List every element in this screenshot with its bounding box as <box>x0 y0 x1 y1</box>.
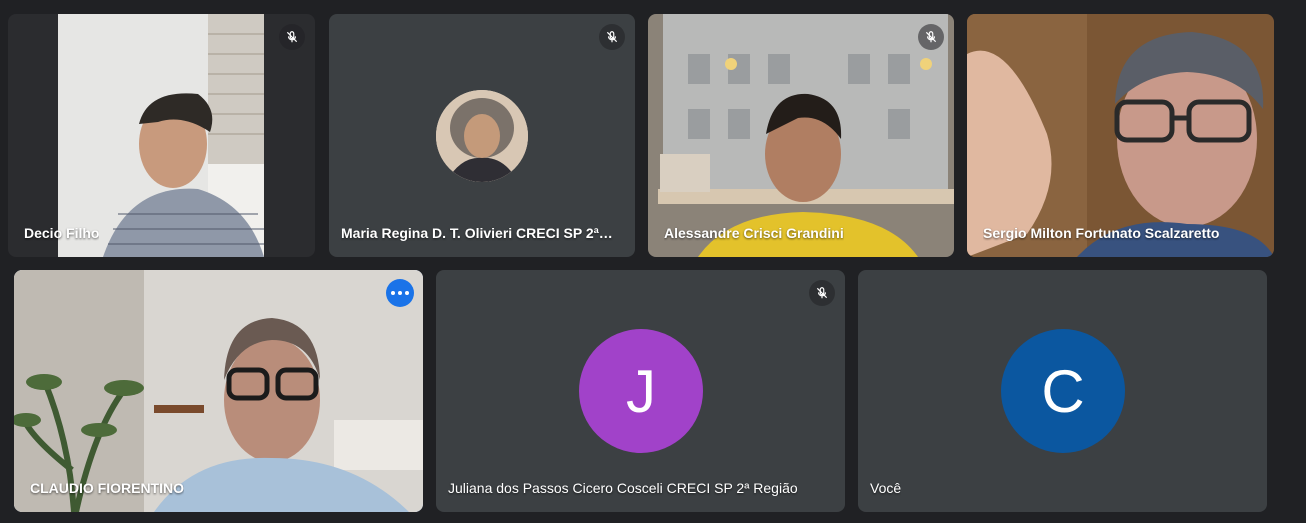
participant-tile-alessandre[interactable]: Alessandre Crisci Grandini <box>648 14 954 257</box>
mic-off-icon <box>809 280 835 306</box>
participant-tile-voce[interactable]: C Você <box>858 270 1267 512</box>
mic-off-icon <box>918 24 944 50</box>
profile-photo <box>436 90 528 182</box>
avatar: C <box>1001 329 1125 453</box>
participant-name: Maria Regina D. T. Olivieri CRECI SP 2ª … <box>341 225 615 241</box>
participant-video <box>967 14 1274 257</box>
participant-tile-decio-filho[interactable]: Decio Filho <box>8 14 315 257</box>
more-options-icon[interactable] <box>386 279 414 307</box>
avatar-initial: C <box>1041 357 1085 425</box>
participant-name: Alessandre Crisci Grandini <box>664 225 844 241</box>
participant-name: Sergio Milton Fortunato Scalzaretto <box>983 225 1220 241</box>
mic-off-icon <box>279 24 305 50</box>
participant-name: CLAUDIO FIORENTINO <box>30 480 184 496</box>
participant-tile-claudio[interactable]: CLAUDIO FIORENTINO <box>14 270 423 512</box>
participant-tile-juliana[interactable]: J Juliana dos Passos Cicero Cosceli CREC… <box>436 270 845 512</box>
mic-off-icon <box>599 24 625 50</box>
participant-video <box>58 14 264 257</box>
participant-tile-maria-regina[interactable]: Maria Regina D. T. Olivieri CRECI SP 2ª … <box>329 14 635 257</box>
participant-name: Decio Filho <box>24 225 100 241</box>
participant-name: Juliana dos Passos Cicero Cosceli CRECI … <box>448 480 798 496</box>
participant-tile-sergio[interactable]: Sergio Milton Fortunato Scalzaretto <box>967 14 1274 257</box>
participant-video <box>648 14 954 257</box>
avatar-initial: J <box>626 357 656 425</box>
participant-video <box>14 270 423 512</box>
participant-name: Você <box>870 480 902 496</box>
avatar: J <box>579 329 703 453</box>
